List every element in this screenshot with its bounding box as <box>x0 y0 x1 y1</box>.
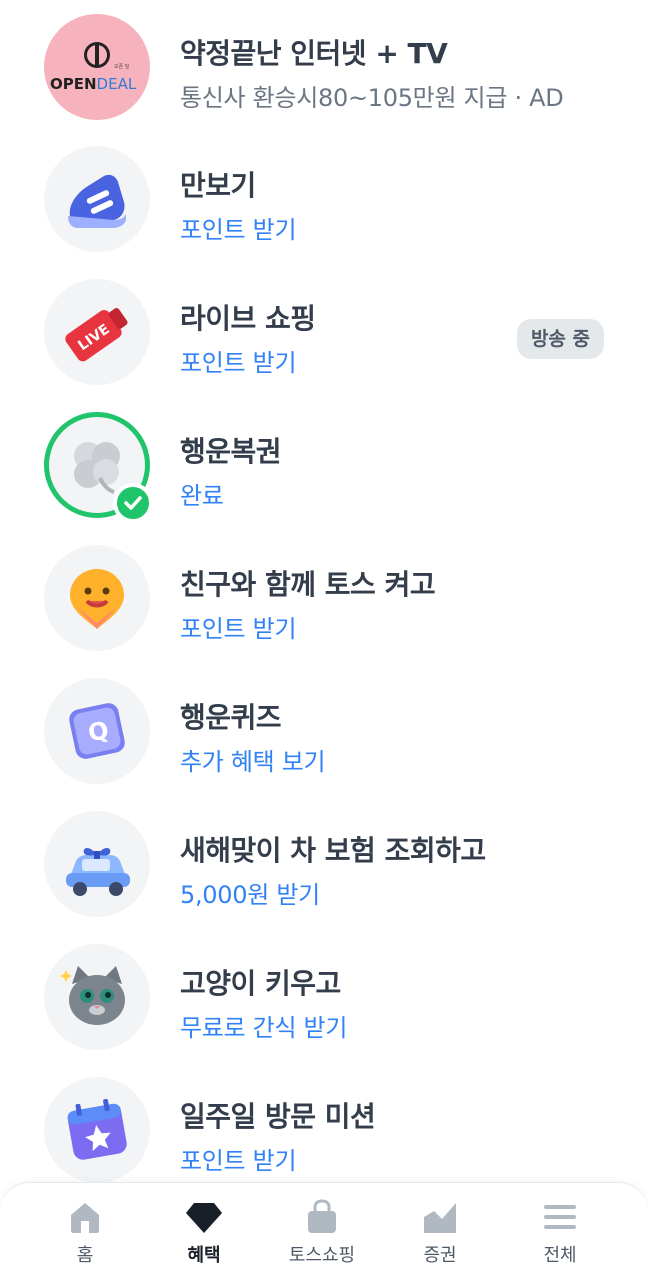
shopping-bag-icon <box>302 1197 342 1237</box>
item-subtitle: 완료 <box>180 482 224 510</box>
list-item-lottery[interactable]: 행운복권 완료 <box>0 398 648 530</box>
diamond-icon <box>184 1197 224 1237</box>
list-item-internet-tv[interactable]: 오픈 딜 OPENDEAL 약정끝난 인터넷 + TV 통신사 환승시80~10… <box>0 0 648 132</box>
item-subtitle: 포인트 받기 <box>180 615 297 643</box>
list-item-cat[interactable]: 고양이 키우고 무료로 간식 받기 <box>0 930 648 1062</box>
opendeal-logo: 오픈 딜 OPENDEAL <box>44 14 150 120</box>
gift-car-icon <box>44 811 150 917</box>
item-title: 새해맞이 차 보험 조회하고 <box>180 834 486 867</box>
list-item-invite-friend[interactable]: 친구와 함께 토스 켜고 포인트 받기 <box>0 531 648 663</box>
tab-label: 증권 <box>423 1245 457 1266</box>
cat-icon <box>44 944 150 1050</box>
item-subtitle: 통신사 환승시80~105만원 지급 · AD <box>180 84 564 112</box>
list-item-weekly-mission[interactable]: 일주일 방문 미션 포인트 받기 <box>0 1063 648 1195</box>
tab-label: 전체 <box>543 1245 577 1266</box>
item-title: 약정끝난 인터넷 + TV <box>180 37 448 70</box>
item-title: 라이브 쇼핑 <box>180 302 316 335</box>
item-subtitle: 포인트 받기 <box>180 349 297 377</box>
item-title: 행운퀴즈 <box>180 701 282 734</box>
smiley-pin-icon <box>44 545 150 651</box>
svg-text:OPENDEAL: OPENDEAL <box>50 75 137 93</box>
item-subtitle: 포인트 받기 <box>180 1147 297 1175</box>
item-title: 고양이 키우고 <box>180 967 341 1000</box>
item-subtitle: 포인트 받기 <box>180 216 297 244</box>
tab-label: 혜택 <box>187 1245 221 1266</box>
menu-icon <box>540 1197 580 1237</box>
tab-all[interactable]: 전체 <box>500 1183 620 1272</box>
opendeal-logo-small-text: 오픈 딜 <box>114 63 130 70</box>
live-status-badge: 방송 중 <box>516 319 604 359</box>
item-title: 친구와 함께 토스 켜고 <box>180 568 436 601</box>
quiz-cube-icon: Q <box>44 678 150 784</box>
check-icon <box>113 483 153 523</box>
list-item-lucky-quiz[interactable]: Q 행운퀴즈 추가 혜택 보기 <box>0 664 648 796</box>
tab-label: 홈 <box>76 1245 94 1266</box>
sneaker-icon <box>44 146 150 252</box>
home-icon <box>65 1197 105 1237</box>
tab-label: 토스쇼핑 <box>288 1245 356 1266</box>
calendar-star-icon <box>44 1077 150 1183</box>
tab-stocks[interactable]: 증권 <box>380 1183 500 1272</box>
bottom-tab-bar: 홈 혜택 토스쇼핑 증권 전체 <box>0 1182 648 1272</box>
chart-icon <box>420 1197 460 1237</box>
item-title: 일주일 방문 미션 <box>180 1100 376 1133</box>
item-title: 행운복권 <box>180 435 282 468</box>
item-subtitle: 5,000원 받기 <box>180 881 320 909</box>
item-subtitle: 추가 혜택 보기 <box>180 748 326 776</box>
tab-benefits[interactable]: 혜택 <box>144 1183 264 1272</box>
tab-home[interactable]: 홈 <box>25 1183 145 1272</box>
tab-toss-shopping[interactable]: 토스쇼핑 <box>262 1183 382 1272</box>
item-subtitle: 무료로 간식 받기 <box>180 1014 348 1042</box>
clover-icon <box>44 412 153 523</box>
list-item-pedometer[interactable]: 만보기 포인트 받기 <box>0 132 648 264</box>
item-title: 만보기 <box>180 169 256 202</box>
list-item-live-shopping[interactable]: LIVE 라이브 쇼핑 포인트 받기 방송 중 <box>0 265 648 397</box>
live-tag-icon: LIVE <box>44 279 150 385</box>
list-item-car-insurance[interactable]: 새해맞이 차 보험 조회하고 5,000원 받기 <box>0 797 648 929</box>
